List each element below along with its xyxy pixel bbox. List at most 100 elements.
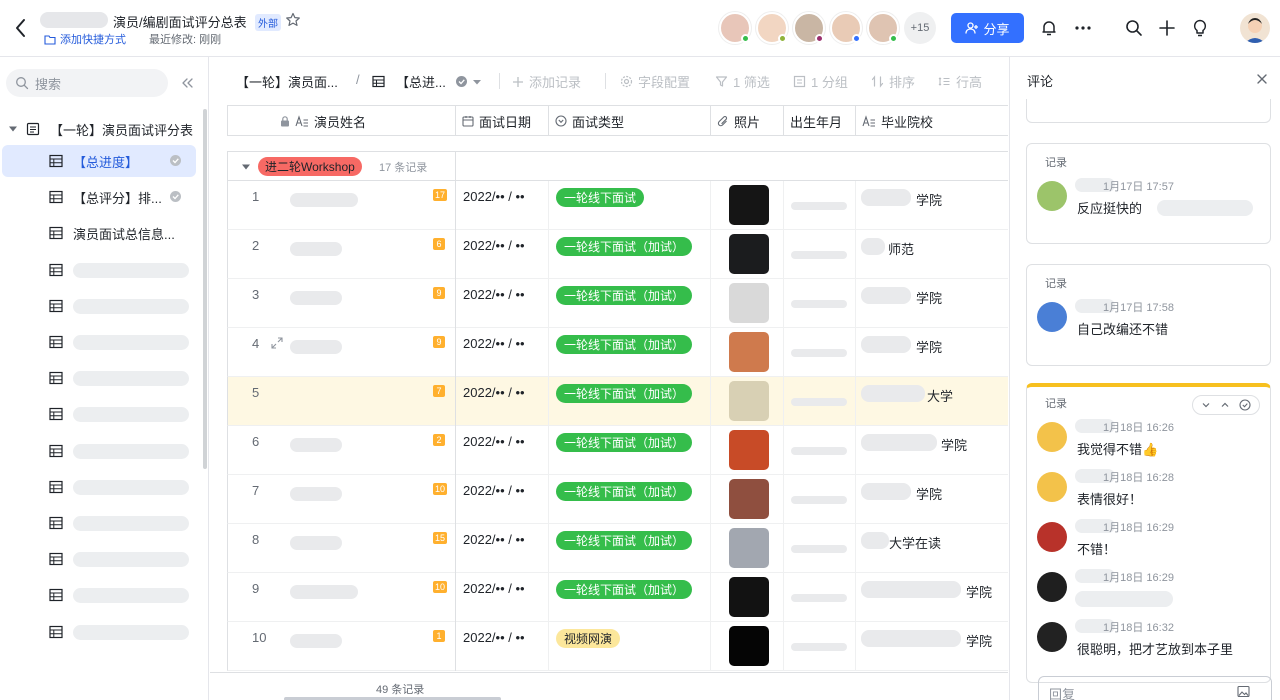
- avatar[interactable]: [830, 12, 862, 44]
- table-row[interactable]: 9 10 2022/•• / •• 一轮线下面试（加试） 学院: [227, 573, 1008, 622]
- column-header-type[interactable]: 面试类型: [549, 106, 711, 136]
- photo-thumbnail[interactable]: [729, 479, 769, 519]
- sidebar-table-item[interactable]: 【总评分】排...: [2, 181, 196, 213]
- avatar[interactable]: [1037, 302, 1067, 332]
- column-header-photo[interactable]: 照片: [711, 106, 784, 136]
- caret-down-icon[interactable]: [242, 163, 250, 171]
- sidebar-table-item[interactable]: [2, 616, 196, 648]
- comment-count-badge[interactable]: 15: [433, 532, 448, 544]
- photo-thumbnail[interactable]: [729, 381, 769, 421]
- sidebar-table-item[interactable]: 演员面试总信息...: [2, 217, 196, 249]
- avatar[interactable]: [1037, 572, 1067, 602]
- comment-count-badge[interactable]: 9: [433, 336, 445, 348]
- sidebar-table-item[interactable]: [2, 435, 196, 467]
- table-row[interactable]: 3 9 2022/•• / •• 一轮线下面试（加试） 学院: [227, 279, 1008, 328]
- comment-count-badge[interactable]: 6: [433, 238, 445, 250]
- collapse-sidebar-icon[interactable]: [179, 75, 195, 91]
- bell-icon[interactable]: [1039, 18, 1059, 38]
- sidebar-table-item[interactable]: [2, 471, 196, 503]
- table-cell[interactable]: [228, 279, 456, 328]
- table-row[interactable]: 5 7 2022/•• / •• 一轮线下面试（加试） 大学: [227, 377, 1008, 426]
- comment-count-badge[interactable]: 1: [433, 630, 445, 642]
- more-icon[interactable]: [1073, 18, 1093, 38]
- column-header-birth[interactable]: 出生年月: [784, 106, 856, 136]
- sidebar-table-item[interactable]: [2, 254, 196, 286]
- table-cell[interactable]: [228, 328, 456, 377]
- sidebar-table-item[interactable]: [2, 398, 196, 430]
- avatar[interactable]: [867, 12, 899, 44]
- column-header-name[interactable]: 演员姓名: [228, 106, 456, 136]
- table-cell[interactable]: [228, 230, 456, 279]
- avatar[interactable]: [1037, 472, 1067, 502]
- photo-thumbnail[interactable]: [729, 528, 769, 568]
- caret-down-icon[interactable]: [472, 78, 481, 86]
- comment-card[interactable]: 记录 1月17日 17:57 反应挺快的: [1026, 143, 1271, 244]
- resolve-check-icon[interactable]: [1239, 399, 1251, 411]
- row-height-button[interactable]: 行高: [938, 72, 982, 91]
- table-cell[interactable]: [228, 426, 456, 475]
- avatar[interactable]: [1037, 622, 1067, 652]
- avatar[interactable]: [1037, 422, 1067, 452]
- table-row[interactable]: 6 2 2022/•• / •• 一轮线下面试（加试） 学院: [227, 426, 1008, 475]
- photo-thumbnail[interactable]: [729, 577, 769, 617]
- avatar[interactable]: [1037, 181, 1067, 211]
- photo-thumbnail[interactable]: [729, 430, 769, 470]
- chevron-up-icon[interactable]: [1220, 400, 1230, 410]
- comment-card[interactable]: 记录 1月18日 16:26 我觉得不错👍 1月18日 16:28 表情很好！ 1月18日…: [1026, 383, 1271, 683]
- search-input[interactable]: 搜索: [6, 69, 168, 97]
- sidebar-table-item[interactable]: [2, 290, 196, 322]
- comment-card[interactable]: 记录 1月17日 17:58 自己改编还不错: [1026, 264, 1271, 366]
- table-row[interactable]: 8 15 2022/•• / •• 一轮线下面试（加试） 大学在读: [227, 524, 1008, 573]
- sidebar-table-item[interactable]: [2, 543, 196, 575]
- photo-thumbnail[interactable]: [729, 626, 769, 666]
- avatar[interactable]: [793, 12, 825, 44]
- breadcrumb-view[interactable]: 【总进...: [372, 72, 481, 91]
- chevron-down-icon[interactable]: [1201, 400, 1211, 410]
- sidebar-table-item[interactable]: [2, 579, 196, 611]
- table-row[interactable]: 1 17 2022/•• / •• 一轮线下面试 学院: [227, 181, 1008, 230]
- sort-button[interactable]: 排序: [871, 72, 915, 91]
- group-button[interactable]: 1 分组: [793, 72, 848, 91]
- table-row[interactable]: 2 6 2022/•• / •• 一轮线下面试（加试） 师范: [227, 230, 1008, 279]
- table-row[interactable]: 4 9 2022/•• / •• 一轮线下面试（加试） 学院: [227, 328, 1008, 377]
- add-record-button[interactable]: 添加记录: [512, 72, 581, 91]
- table-cell[interactable]: [228, 377, 456, 426]
- share-button[interactable]: 分享: [951, 13, 1024, 43]
- table-row[interactable]: 7 10 2022/•• / •• 一轮线下面试（加试） 学院: [227, 475, 1008, 524]
- sidebar-scrollbar[interactable]: [203, 109, 207, 469]
- column-header-date[interactable]: 面试日期: [456, 106, 549, 136]
- column-header-school[interactable]: 毕业院校: [856, 106, 1008, 136]
- more-collaborators[interactable]: +15: [904, 12, 936, 44]
- star-icon[interactable]: [285, 12, 301, 28]
- add-shortcut-link[interactable]: 添加快捷方式: [44, 31, 126, 47]
- avatar[interactable]: [719, 12, 751, 44]
- photo-thumbnail[interactable]: [729, 185, 769, 225]
- comment-count-badge[interactable]: 9: [433, 287, 445, 299]
- breadcrumb-base[interactable]: 【一轮】演员面...: [236, 72, 338, 91]
- back-icon[interactable]: [10, 14, 32, 42]
- comment-count-badge[interactable]: 17: [433, 189, 448, 201]
- comment-count-badge[interactable]: 7: [433, 385, 445, 397]
- sidebar-table-item[interactable]: [2, 326, 196, 358]
- base-tree-root[interactable]: 【一轮】演员面试评分表: [0, 115, 200, 143]
- photo-thumbnail[interactable]: [729, 332, 769, 372]
- comment-count-badge[interactable]: 10: [433, 483, 448, 495]
- group-header-row[interactable]: 进二轮Workshop 17 条记录: [227, 151, 1008, 181]
- comment-count-badge[interactable]: 2: [433, 434, 445, 446]
- avatar[interactable]: [1037, 522, 1067, 552]
- comment-count-badge[interactable]: 10: [433, 581, 448, 593]
- sidebar-table-item[interactable]: [2, 507, 196, 539]
- search-icon[interactable]: [1124, 18, 1144, 38]
- close-icon[interactable]: [1256, 73, 1268, 85]
- sidebar-table-item[interactable]: [2, 362, 196, 394]
- sidebar-table-item[interactable]: 【总进度】: [2, 145, 196, 177]
- field-config-button[interactable]: 字段配置: [620, 72, 690, 91]
- avatar[interactable]: [756, 12, 788, 44]
- caret-down-icon[interactable]: [9, 125, 17, 133]
- table-cell[interactable]: [228, 524, 456, 573]
- plus-icon[interactable]: [1157, 18, 1177, 38]
- image-icon[interactable]: [1237, 685, 1250, 698]
- current-user-avatar[interactable]: [1240, 13, 1270, 43]
- table-cell[interactable]: [228, 475, 456, 524]
- photo-thumbnail[interactable]: [729, 234, 769, 274]
